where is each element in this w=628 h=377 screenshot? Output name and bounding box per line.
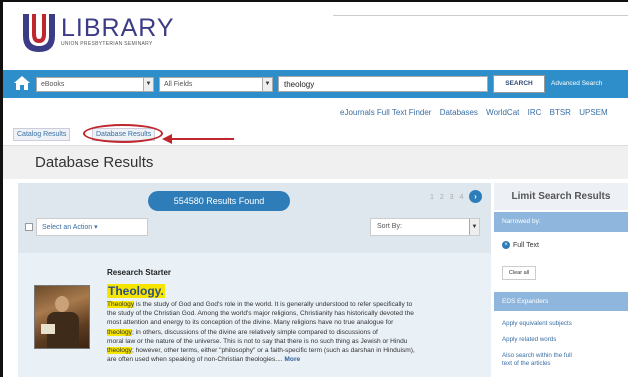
link-upsem[interactable]: UPSEM [579, 108, 607, 117]
abstract-line: theology; in others, discussions of the … [107, 328, 477, 337]
clear-all-button[interactable]: Clear all [502, 266, 536, 280]
sort-select[interactable]: Sort By: ▼ [370, 218, 480, 236]
abstract-text: is the study of God and God's role in th… [134, 301, 413, 308]
highlighted-term: theology [107, 328, 132, 336]
home-icon[interactable] [13, 75, 31, 91]
research-starter-title[interactable]: Theology. [107, 284, 165, 298]
sidebar-title: Limit Search Results [494, 183, 628, 210]
research-starter-image[interactable] [34, 285, 90, 349]
link-worldcat[interactable]: WorldCat [486, 108, 519, 117]
narrowed-by-header: Narrowed by: [494, 212, 628, 232]
remove-filter-icon[interactable]: × [502, 241, 510, 249]
expander-related-words[interactable]: Apply related words [502, 336, 556, 344]
link-ejournals[interactable]: eJournals Full Text Finder [340, 108, 431, 117]
link-databases[interactable]: Databases [440, 108, 478, 117]
full-text-filter[interactable]: × Full Text [502, 241, 539, 249]
site-header: LIBRARY UNION PRESBYTERIAN SEMINARY [3, 2, 628, 70]
eds-expanders-header: EDS Expanders [494, 292, 628, 311]
abstract-text: are often used when speaking of non-Chri… [107, 356, 285, 364]
field-select-value: All Fields [164, 81, 193, 88]
select-all-checkbox[interactable] [25, 223, 33, 231]
tab-catalog-results[interactable]: Catalog Results [13, 128, 71, 141]
research-starter-abstract: Theology is the study of God and God's r… [107, 300, 477, 364]
abstract-text: most attention and energy to its concept… [107, 319, 394, 327]
sort-select-label: Sort By: [377, 223, 402, 230]
chevron-down-icon: ▼ [469, 219, 479, 235]
abstract-line: moral law or the nature of the universe.… [107, 337, 477, 346]
header-divider [333, 15, 628, 16]
link-irc[interactable]: IRC [528, 108, 542, 117]
resource-links: eJournals Full Text Finder Databases Wor… [340, 108, 614, 117]
research-starter-title-text: Theology. [107, 284, 165, 298]
more-link[interactable]: More [284, 356, 300, 363]
chevron-down-icon: ▼ [143, 78, 153, 91]
abstract-line: are often used when speaking of non-Chri… [107, 355, 477, 364]
highlighted-term: Theology [107, 301, 135, 308]
abstract-text: the study of the Christian God. Among th… [107, 310, 414, 318]
abstract-text: moral law or the nature of the universe.… [107, 337, 408, 345]
page-title: Database Results [35, 154, 154, 171]
caret-down-icon: ▾ [94, 224, 98, 231]
expander-full-text-search-cont[interactable]: text of the articles [502, 360, 551, 368]
highlighted-term: theology [107, 347, 132, 355]
source-select-value: eBooks [41, 81, 65, 88]
advanced-search-link[interactable]: Advanced Search [551, 80, 602, 87]
link-btsr[interactable]: BTSR [550, 108, 571, 117]
logo-title: LIBRARY [61, 14, 175, 42]
chevron-down-icon: ▼ [262, 78, 272, 91]
abstract-line: the study of the Christian God. Among th… [107, 309, 477, 318]
search-bar: eBooks ▼ All Fields ▼ theology SEARCH Ad… [3, 70, 628, 98]
abstract-line: most attention and energy to its concept… [107, 318, 477, 327]
results-count-badge: 554580 Results Found [148, 191, 290, 211]
expander-equivalent-subjects[interactable]: Apply equivalent subjects [502, 320, 572, 328]
library-logo-icon[interactable] [21, 12, 57, 54]
annotation-circle [83, 124, 163, 143]
portrait-book [41, 324, 55, 334]
expander-full-text-search[interactable]: Also search within the full [502, 352, 572, 360]
annotation-arrow-icon [162, 134, 234, 144]
source-select[interactable]: eBooks ▼ [36, 77, 154, 92]
abstract-line: theology; however, other terms, either "… [107, 346, 477, 355]
field-select[interactable]: All Fields ▼ [159, 77, 273, 92]
abstract-line: Theology is the study of God and God's r… [107, 300, 477, 309]
logo-wordmark: LIBRARY UNION PRESBYTERIAN SEMINARY [61, 14, 175, 48]
portrait-face [55, 296, 69, 312]
research-starter-label: Research Starter [107, 268, 172, 277]
next-page-icon[interactable]: › [469, 190, 482, 203]
abstract-text: ; however, other terms, either "philosop… [131, 347, 415, 355]
search-button[interactable]: SEARCH [493, 75, 545, 93]
search-input[interactable]: theology [278, 76, 488, 92]
abstract-text: ; in others, discussions of the divine a… [131, 328, 378, 336]
full-text-filter-label: Full Text [513, 241, 539, 249]
action-select[interactable]: Select an Action ▾ [36, 218, 148, 236]
action-select-label: Select an Action [42, 224, 93, 231]
